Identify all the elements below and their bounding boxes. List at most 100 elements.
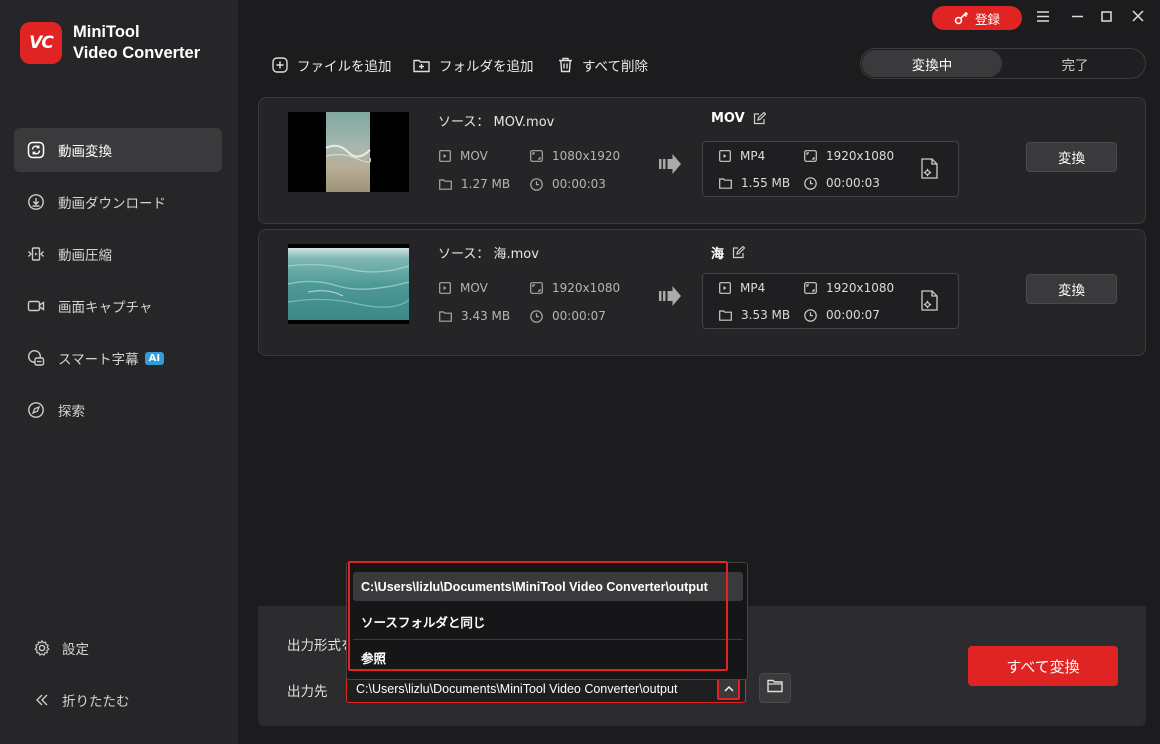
sidebar-item-screen-capture[interactable]: 画面キャプチャ	[14, 284, 222, 328]
video-thumbnail[interactable]	[288, 112, 409, 192]
dropdown-option-default-path[interactable]: C:\Users\lizlu\Documents\MiniTool Video …	[353, 572, 743, 601]
target-resolution-value: 1920x1080	[826, 281, 895, 295]
dropdown-separator	[353, 639, 743, 640]
double-chevron-left-icon	[32, 690, 52, 710]
source-size: 1.27 MB	[439, 177, 510, 191]
chevron-up-icon	[724, 681, 734, 696]
folder-icon	[767, 679, 783, 697]
edit-icon[interactable]	[732, 246, 746, 259]
edit-icon[interactable]	[753, 112, 766, 125]
video-thumbnail[interactable]	[288, 244, 409, 324]
source-resolution: 1080x1920	[530, 149, 620, 163]
clock-icon	[804, 308, 817, 322]
source-duration-value: 00:00:03	[552, 177, 606, 191]
output-destination-label: 出力先	[287, 684, 328, 700]
tab-done[interactable]: 完了	[1005, 50, 1145, 77]
video-file-icon	[439, 150, 451, 162]
target-size: 1.55 MB	[719, 176, 790, 190]
maximize-icon	[1100, 10, 1112, 26]
ai-badge: AI	[144, 351, 165, 365]
target-size-value: 3.53 MB	[741, 308, 791, 322]
target-duration: 00:00:07	[804, 308, 880, 322]
compass-icon	[26, 400, 46, 420]
minimize-icon	[1071, 11, 1083, 26]
add-folder-label: フォルダを追加	[439, 59, 534, 75]
source-resolution: 1920x1080	[530, 281, 620, 295]
plus-square-icon	[272, 57, 288, 73]
clock-icon	[530, 177, 543, 191]
file-settings-icon[interactable]	[921, 290, 939, 315]
add-folder-button[interactable]: フォルダを追加	[413, 54, 534, 76]
sidebar-item-label: 画面キャプチャ	[58, 300, 153, 316]
convert-all-button[interactable]: すべて変換	[968, 646, 1118, 686]
app-name: MiniTool Video Converter	[73, 22, 200, 64]
menu-button[interactable]	[1033, 8, 1053, 28]
output-format-label: 出力形式を	[287, 638, 355, 654]
close-button[interactable]	[1128, 8, 1148, 28]
dropdown-option-same-as-source[interactable]: ソースフォルダと同じ	[353, 607, 743, 636]
target-format: MP4	[719, 281, 765, 295]
clock-icon	[530, 309, 543, 323]
file-settings-icon[interactable]	[921, 158, 939, 183]
folder-plus-icon	[413, 58, 430, 73]
resolution-icon	[530, 282, 543, 294]
clock-icon	[804, 176, 817, 190]
target-name: 海	[711, 243, 746, 262]
sidebar-item-video-compress[interactable]: 動画圧縮	[14, 232, 222, 276]
subtitle-icon	[26, 348, 46, 368]
dropdown-option-browse[interactable]: 参照	[353, 643, 743, 672]
register-button[interactable]: 登録	[932, 6, 1022, 30]
folder-icon	[719, 309, 732, 321]
source-size-value: 1.27 MB	[461, 177, 511, 191]
source-duration-value: 00:00:07	[552, 309, 606, 323]
sidebar-item-label: スマート字幕	[58, 352, 139, 368]
video-file-icon	[439, 282, 451, 294]
sidebar-item-video-download[interactable]: 動画ダウンロード	[14, 180, 222, 224]
register-label: 登録	[974, 11, 1000, 27]
output-path-toggle[interactable]	[717, 677, 740, 700]
sidebar-item-label: 動画ダウンロード	[58, 196, 166, 212]
folder-icon	[439, 178, 452, 190]
maximize-button[interactable]	[1096, 8, 1116, 28]
target-size: 3.53 MB	[719, 308, 790, 322]
sidebar-item-smart-subtitle[interactable]: スマート字幕 AI	[14, 336, 222, 380]
target-settings-box[interactable]: MP4 1920x1080 3.53 MB 00:00:07	[702, 273, 959, 329]
video-file-icon	[719, 282, 731, 294]
source-format: MOV	[439, 149, 488, 163]
delete-all-button[interactable]: すべて削除	[558, 54, 648, 76]
minimize-button[interactable]	[1067, 8, 1087, 28]
source-name: ソース： 海.mov	[438, 247, 539, 262]
target-resolution: 1920x1080	[804, 149, 894, 163]
app-name-line1: MiniTool	[73, 23, 140, 41]
sidebar-item-video-convert[interactable]: 動画変換	[14, 128, 222, 172]
convert-button[interactable]: 変換	[1026, 142, 1117, 172]
app-logo: VC MiniTool Video Converter	[20, 22, 200, 64]
arrow-right-icon	[659, 286, 681, 310]
resolution-icon	[530, 150, 543, 162]
sidebar-item-label: 探索	[58, 404, 85, 420]
target-name: MOV	[711, 111, 766, 126]
output-path-dropdown: C:\Users\lizlu\Documents\MiniTool Video …	[346, 562, 748, 680]
hamburger-icon	[1037, 10, 1049, 26]
sidebar-item-explore[interactable]: 探索	[14, 388, 222, 432]
target-duration-value: 00:00:07	[826, 308, 880, 322]
collapse-button[interactable]: 折りたたむ	[14, 680, 222, 720]
open-folder-button[interactable]	[759, 673, 791, 703]
compress-icon	[26, 244, 46, 264]
output-path-value: C:\Users\lizlu\Documents\MiniTool Video …	[356, 681, 678, 696]
folder-icon	[439, 310, 452, 322]
source-resolution-value: 1920x1080	[552, 281, 621, 295]
convert-button[interactable]: 変換	[1026, 274, 1117, 304]
convert-icon	[26, 140, 46, 160]
sidebar-nav: 動画変換 動画ダウンロード 動画圧縮 画面キャプチャ スマート字幕 AI 探索	[14, 128, 222, 440]
source-resolution-value: 1080x1920	[552, 149, 621, 163]
source-format: MOV	[439, 281, 488, 295]
target-size-value: 1.55 MB	[741, 176, 791, 190]
tab-converting[interactable]: 変換中	[862, 50, 1002, 77]
file-card: ソース： MOV.mov MOV 1080x1920 1.27 MB 00:00…	[258, 97, 1146, 224]
add-file-button[interactable]: ファイルを追加	[272, 54, 392, 76]
target-settings-box[interactable]: MP4 1920x1080 1.55 MB 00:00:03	[702, 141, 959, 197]
video-file-icon	[719, 150, 731, 162]
settings-button[interactable]: 設定	[14, 628, 222, 668]
app-name-line2: Video Converter	[73, 44, 201, 62]
